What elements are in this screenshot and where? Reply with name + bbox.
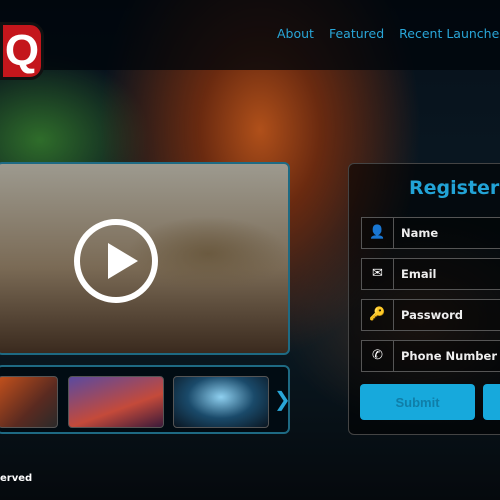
thumbnail[interactable]	[0, 376, 58, 428]
nav-about[interactable]: About	[277, 26, 314, 41]
envelope-icon: ✉	[362, 259, 394, 289]
thumbnail[interactable]	[173, 376, 269, 428]
play-icon[interactable]	[74, 219, 158, 303]
logo[interactable]: Q	[0, 22, 44, 80]
thumbnail-carousel: ❯	[0, 365, 291, 434]
register-panel: Register 👤 Name ✉ Email 🔑 Password ✆ Phone N…	[348, 163, 500, 435]
user-icon: 👤	[362, 218, 394, 248]
phone-icon: ✆	[362, 341, 394, 371]
field-label: Password	[401, 308, 463, 322]
nav-recent-launches[interactable]: Recent Launches	[399, 26, 500, 41]
thumbnail[interactable]	[68, 376, 164, 428]
key-lock-icon: 🔑	[362, 300, 394, 330]
register-title: Register	[409, 177, 500, 199]
field-label: Phone Number	[401, 349, 498, 363]
top-bar: About Featured Recent Launches	[0, 0, 500, 70]
submit-button[interactable]: Submit	[360, 384, 475, 420]
field-label: Name	[401, 226, 439, 240]
phone-field[interactable]: ✆ Phone Number	[361, 340, 500, 372]
main-nav: About Featured Recent Launches	[277, 26, 500, 41]
password-field[interactable]: 🔑 Password	[361, 299, 500, 331]
chevron-right-icon[interactable]: ❯	[274, 387, 291, 411]
name-field[interactable]: 👤 Name	[361, 217, 500, 249]
video-player[interactable]	[0, 162, 290, 355]
nav-featured[interactable]: Featured	[329, 26, 384, 41]
footer-copyright: erved	[0, 473, 33, 484]
secondary-button[interactable]	[483, 384, 500, 420]
email-field[interactable]: ✉ Email	[361, 258, 500, 290]
field-label: Email	[401, 267, 437, 281]
